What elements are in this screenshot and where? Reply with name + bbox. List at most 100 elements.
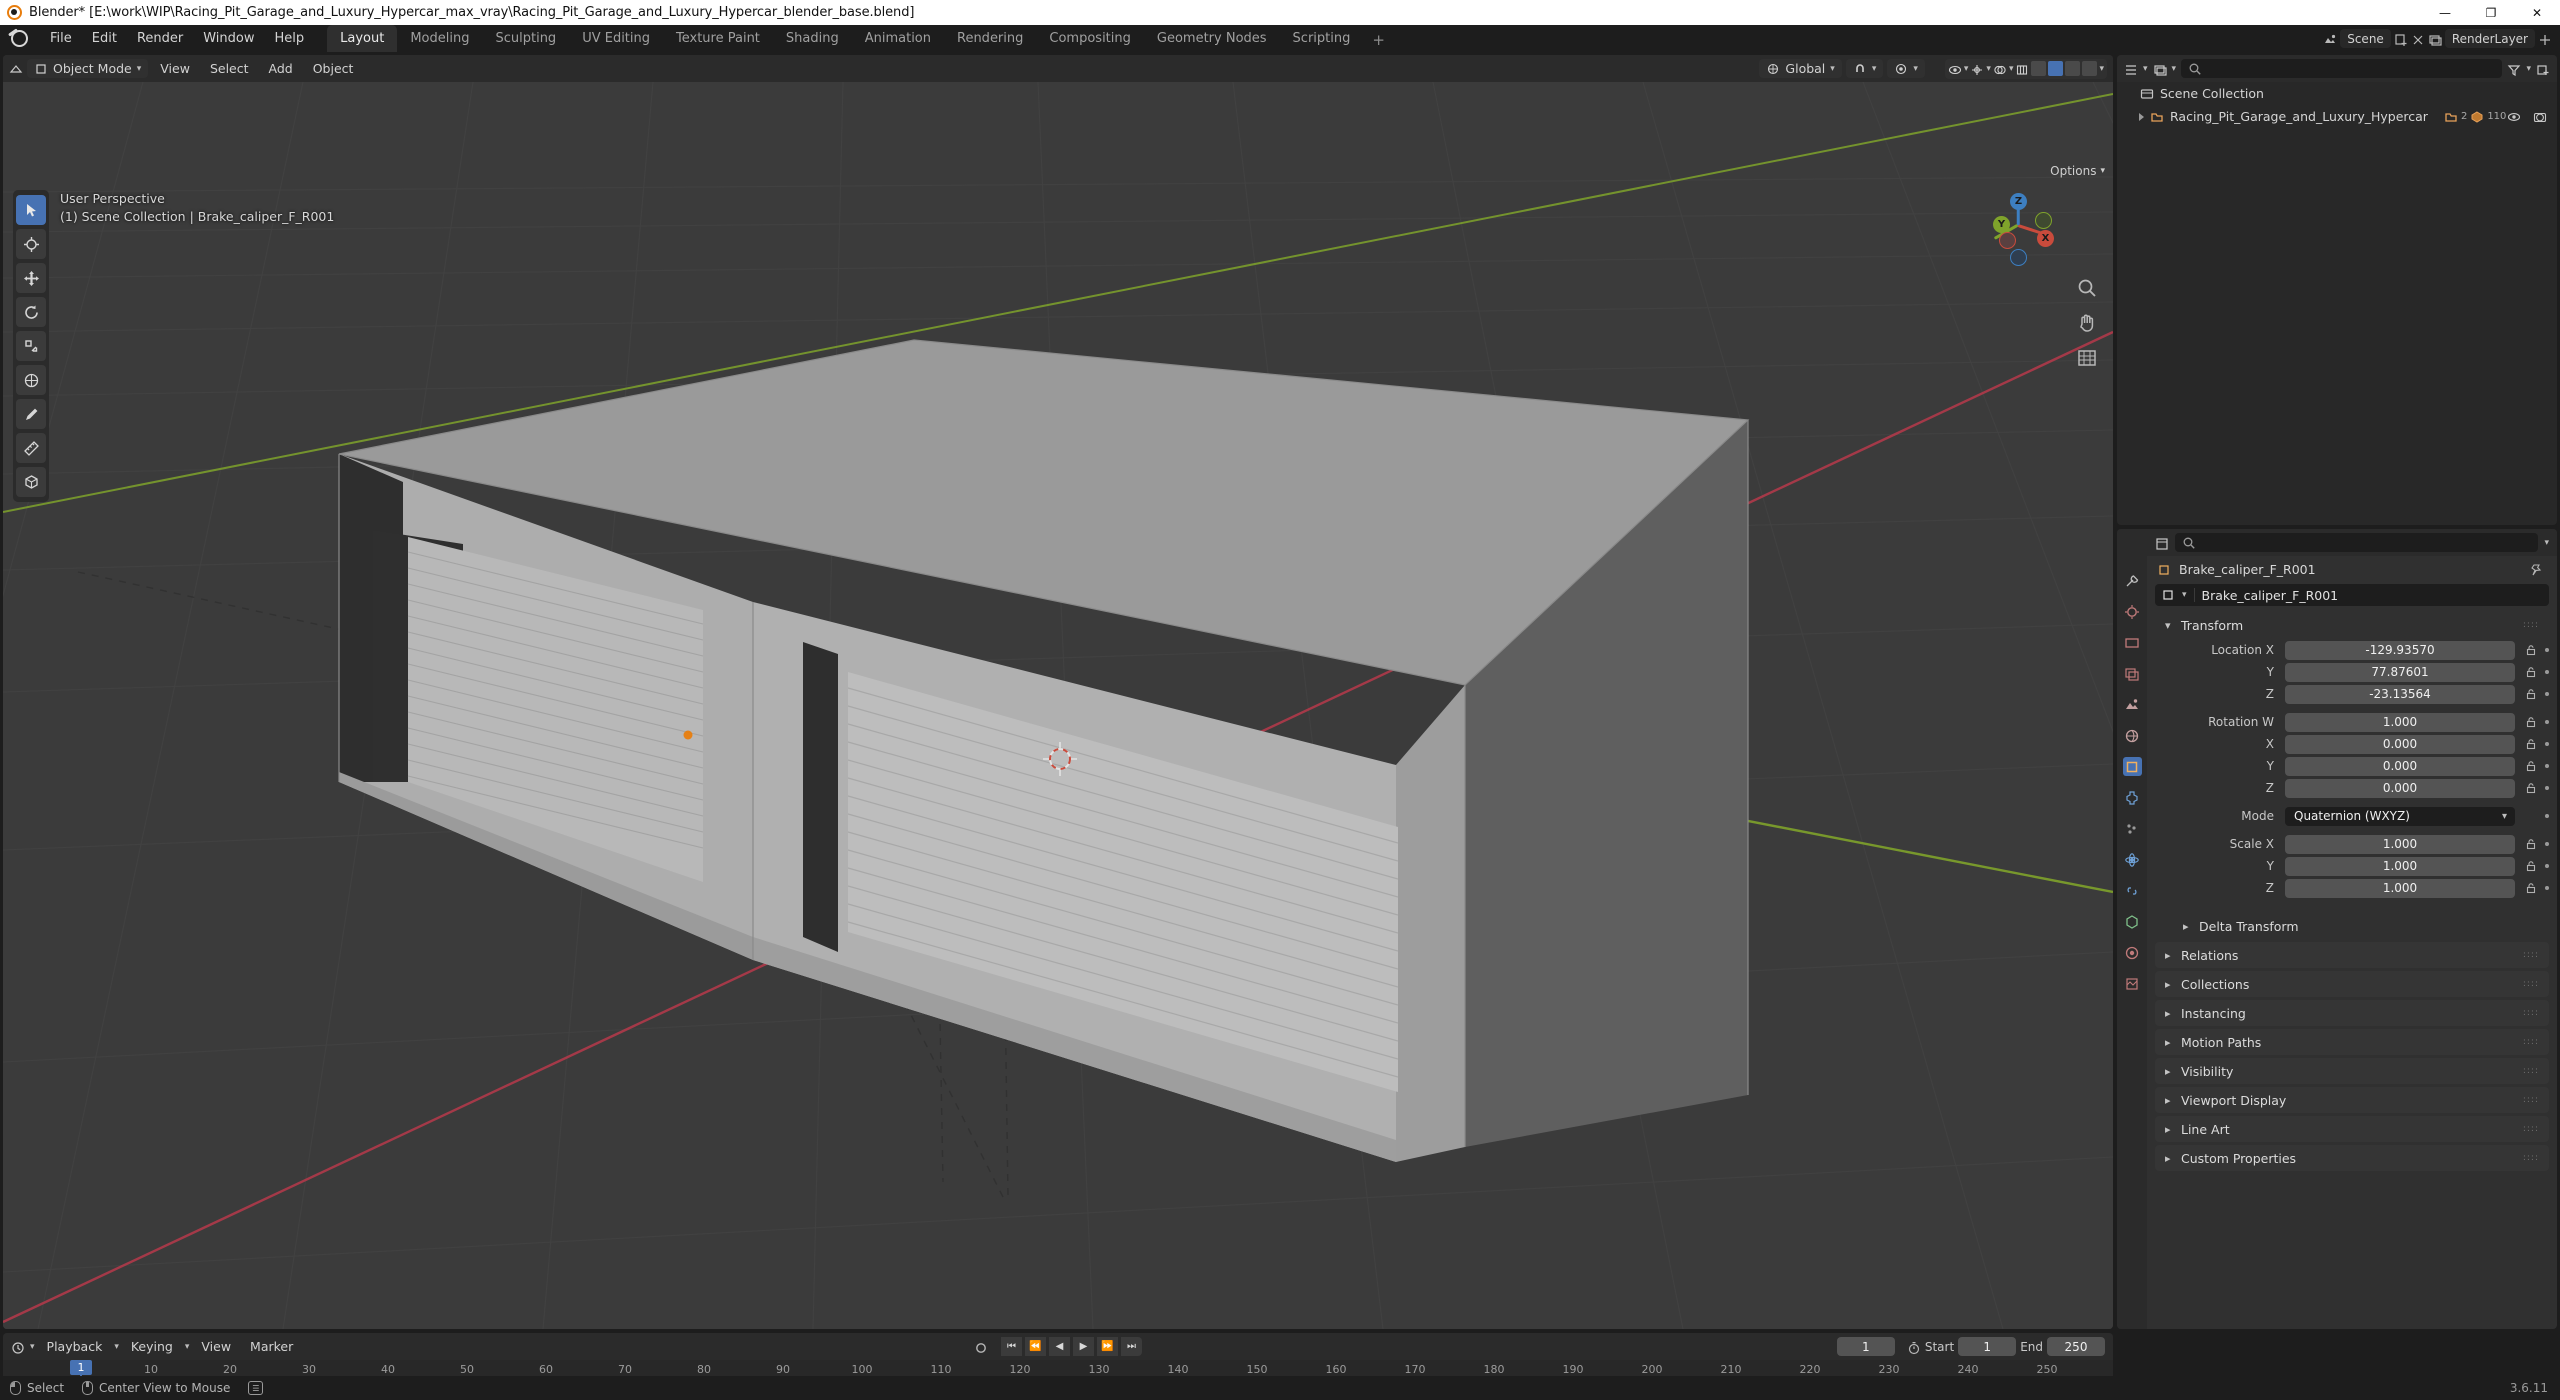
jump-to-end-button[interactable]: ⏭ <box>1121 1337 1142 1356</box>
shading-solid-button[interactable] <box>2048 61 2064 76</box>
tab-data-properties[interactable] <box>2123 912 2142 931</box>
value-scale-z[interactable]: 1.000 <box>2285 878 2515 898</box>
timeline-menu-playback[interactable]: Playback <box>40 1336 110 1357</box>
field-rotation-w[interactable]: Rotation W 1.000 <box>2155 712 2549 732</box>
camera-render-icon[interactable] <box>2533 110 2547 124</box>
animate-dot[interactable] <box>2545 786 2549 790</box>
menu-edit[interactable]: Edit <box>82 27 127 50</box>
properties-editor-type-icon[interactable] <box>2155 536 2169 550</box>
object-name-field[interactable]: ▾ Brake_caliper_F_R001 <box>2155 584 2549 606</box>
timeline-menu-view[interactable]: View <box>194 1336 238 1357</box>
tab-particle-properties[interactable] <box>2123 819 2142 838</box>
field-location-x[interactable]: Location X -129.93570 <box>2155 640 2549 660</box>
expand-triangle-icon[interactable] <box>2139 112 2144 121</box>
cursor-tool-button[interactable] <box>16 229 46 259</box>
animate-dot[interactable] <box>2545 886 2549 890</box>
viewport-menu-view[interactable]: View <box>152 58 198 79</box>
eye-visibility-icon[interactable] <box>2507 110 2521 124</box>
tab-geometry-nodes[interactable]: Geometry Nodes <box>1144 25 1280 52</box>
proportional-editing-toggle[interactable]: ▾ <box>1887 59 1925 78</box>
lock-icon[interactable] <box>2524 665 2538 679</box>
animate-dot[interactable] <box>2545 692 2549 696</box>
menu-render[interactable]: Render <box>127 27 193 50</box>
jump-to-start-button[interactable]: ⏮ <box>1001 1337 1022 1356</box>
tab-viewlayer-properties[interactable] <box>2123 664 2142 683</box>
field-rotation-z[interactable]: Z 0.000 <box>2155 778 2549 798</box>
value-location-z[interactable]: -23.13564 <box>2285 684 2515 704</box>
animate-dot[interactable] <box>2545 648 2549 652</box>
tab-modifier-properties[interactable] <box>2123 788 2142 807</box>
outliner-row-collection[interactable]: Racing_Pit_Garage_and_Luxury_Hypercar 2 … <box>2117 105 2557 128</box>
viewport-shading-selector[interactable]: ▾ ▾ ▾ ▾ <box>1944 58 2107 79</box>
new-viewlayer-icon[interactable] <box>2538 32 2552 46</box>
lock-icon[interactable] <box>2524 781 2538 795</box>
tweak-tool-button[interactable] <box>16 195 46 225</box>
gizmo-icon[interactable] <box>1970 62 1984 76</box>
new-collection-icon[interactable] <box>2536 62 2550 76</box>
lock-icon[interactable] <box>2524 759 2538 773</box>
field-rotation-mode[interactable]: Mode Quaternion (WXYZ) ▾ <box>2155 806 2549 826</box>
pan-hand-icon[interactable] <box>2076 312 2098 334</box>
viewport-3d[interactable]: Object Mode ▾ View Select Add Object Glo… <box>3 55 2113 1329</box>
animate-dot[interactable] <box>2545 814 2549 818</box>
value-rotation-mode[interactable]: Quaternion (WXYZ) ▾ <box>2285 806 2515 826</box>
unlink-scene-icon[interactable] <box>2411 32 2425 46</box>
tab-uv-editing[interactable]: UV Editing <box>569 25 663 52</box>
record-icon[interactable] <box>974 1340 988 1354</box>
lock-icon[interactable] <box>2524 881 2538 895</box>
field-scale-y[interactable]: Y 1.000 <box>2155 856 2549 876</box>
tab-compositing[interactable]: Compositing <box>1036 25 1144 52</box>
gizmo-axis-z-neg[interactable] <box>2010 249 2027 266</box>
gizmo-axis-y[interactable]: Y <box>1993 216 2010 233</box>
animate-dot[interactable] <box>2545 864 2549 868</box>
current-frame-field[interactable]: 1 <box>1836 1337 1895 1356</box>
play-reverse-button[interactable]: ◀ <box>1049 1337 1070 1356</box>
viewport-canvas[interactable]: User Perspective (1) Scene Collection | … <box>3 82 2113 1329</box>
filter-icon[interactable] <box>2507 62 2521 76</box>
gizmo-axis-z[interactable]: Z <box>2010 193 2027 210</box>
tab-output-properties[interactable] <box>2123 633 2142 652</box>
interaction-mode-selector[interactable]: Object Mode ▾ <box>27 59 149 78</box>
tab-texture-paint[interactable]: Texture Paint <box>663 25 773 52</box>
close-button[interactable]: ✕ <box>2514 0 2560 25</box>
panel-custom-properties-header[interactable]: ▸ Custom Properties :::: <box>2155 1145 2549 1171</box>
animate-dot[interactable] <box>2545 720 2549 724</box>
measure-tool-button[interactable] <box>16 433 46 463</box>
editor-type-outliner-icon[interactable] <box>2124 62 2138 76</box>
viewport-menu-add[interactable]: Add <box>261 58 301 79</box>
viewport-menu-object[interactable]: Object <box>305 58 362 79</box>
add-workspace-button[interactable]: + <box>1363 28 1394 52</box>
rotate-tool-button[interactable] <box>16 297 46 327</box>
timeline-menu-marker[interactable]: Marker <box>243 1336 300 1357</box>
scene-selector[interactable]: Scene <box>2340 29 2391 48</box>
value-rotation-z[interactable]: 0.000 <box>2285 778 2515 798</box>
animate-dot[interactable] <box>2545 742 2549 746</box>
tab-constraint-properties[interactable] <box>2123 881 2142 900</box>
field-location-y[interactable]: Y 77.87601 <box>2155 662 2549 682</box>
tab-tool-properties[interactable] <box>2123 571 2142 590</box>
navigation-gizmo[interactable]: X Y Z <box>1975 182 2061 268</box>
lock-icon[interactable] <box>2524 837 2538 851</box>
snap-magnet-toggle[interactable]: ▾ <box>1845 59 1884 78</box>
field-scale-z[interactable]: Z 1.000 <box>2155 878 2549 898</box>
annotate-tool-button[interactable] <box>16 399 46 429</box>
panel-instancing-header[interactable]: ▸ Instancing :::: <box>2155 1000 2549 1026</box>
scale-tool-button[interactable] <box>16 331 46 361</box>
lock-icon[interactable] <box>2524 737 2538 751</box>
tab-material-properties[interactable] <box>2123 943 2142 962</box>
shading-material-button[interactable] <box>2065 61 2081 76</box>
editor-type-icon[interactable] <box>9 62 23 76</box>
visibility-icon[interactable] <box>1948 62 1962 76</box>
menu-window[interactable]: Window <box>193 27 264 50</box>
tab-animation[interactable]: Animation <box>852 25 944 52</box>
gizmo-axis-x-neg[interactable] <box>1999 232 2016 249</box>
tab-render-properties[interactable] <box>2123 602 2142 621</box>
transform-tool-button[interactable] <box>16 365 46 395</box>
animate-dot[interactable] <box>2545 764 2549 768</box>
timeline-menu-keying[interactable]: Keying <box>124 1336 180 1357</box>
viewlayer-selector[interactable]: RenderLayer <box>2444 29 2535 48</box>
panel-line-art-header[interactable]: ▸ Line Art :::: <box>2155 1116 2549 1142</box>
tab-layout[interactable]: Layout <box>327 25 398 52</box>
gizmo-axis-y-neg[interactable] <box>2035 212 2052 229</box>
field-rotation-x[interactable]: X 0.000 <box>2155 734 2549 754</box>
